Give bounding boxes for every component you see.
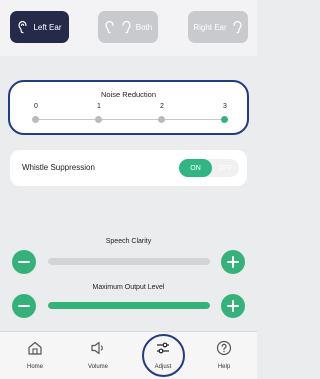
tab-help[interactable]: Help: [194, 332, 254, 379]
ear-selector-bar: Left Ear Both Right Ear: [0, 0, 257, 56]
speech-clarity-increase-button[interactable]: [221, 250, 245, 274]
ear-icon: [104, 20, 116, 34]
toggle-off-option[interactable]: OFF: [212, 159, 239, 177]
whistle-suppression-card: Whistle Suppression ON OFF: [10, 150, 247, 186]
max-output-increase-button[interactable]: [221, 294, 245, 318]
max-output-label: Maximum Output Level: [92, 284, 165, 291]
noise-level-0-dot[interactable]: [32, 116, 39, 123]
noise-level-label: 0: [34, 103, 38, 110]
left-ear-label: Left Ear: [33, 22, 62, 32]
noise-level-label: 2: [160, 103, 164, 110]
noise-level-1-dot[interactable]: [95, 116, 102, 123]
noise-reduction-title: Noise Reduction: [100, 90, 157, 99]
tab-help-label: Help: [217, 364, 231, 370]
max-output-fill: [48, 302, 210, 309]
both-ears-button[interactable]: Both: [98, 11, 158, 43]
noise-reduction-track: [38, 119, 228, 120]
noise-reduction-card: Noise Reduction 0 1 2 3: [8, 80, 249, 135]
max-output-decrease-button[interactable]: [12, 294, 36, 318]
speech-clarity-decrease-button[interactable]: [12, 250, 36, 274]
bottom-tab-bar: Home Volume Adjust Help: [0, 331, 257, 379]
tab-volume-label: Volume: [87, 364, 108, 370]
home-icon: [27, 332, 43, 361]
speech-clarity-slider[interactable]: [48, 258, 210, 265]
ear-icon: [17, 20, 29, 34]
whistle-suppression-toggle[interactable]: ON OFF: [179, 159, 239, 177]
max-output-slider[interactable]: [48, 302, 210, 309]
both-ears-label: Both: [135, 22, 153, 32]
whistle-suppression-label: Whistle Suppression: [22, 163, 95, 172]
speaker-icon: [90, 332, 106, 361]
ear-icon: [231, 20, 243, 34]
noise-level-label: 1: [97, 103, 101, 110]
adjust-tab-highlight-ring: [142, 334, 185, 377]
tab-home[interactable]: Home: [5, 332, 65, 379]
tab-volume[interactable]: Volume: [68, 332, 128, 379]
ear-icon: [120, 20, 132, 34]
speech-clarity-label: Speech Clarity: [105, 238, 152, 245]
toggle-on-option[interactable]: ON: [179, 159, 212, 177]
noise-level-label: 3: [223, 103, 227, 110]
left-ear-button[interactable]: Left Ear: [10, 11, 69, 43]
right-ear-label: Right Ear: [193, 22, 227, 32]
noise-level-3-dot[interactable]: [221, 116, 228, 123]
right-ear-button[interactable]: Right Ear: [188, 11, 248, 43]
tab-home-label: Home: [26, 364, 43, 370]
question-icon: [216, 332, 232, 361]
noise-level-2-dot[interactable]: [158, 116, 165, 123]
